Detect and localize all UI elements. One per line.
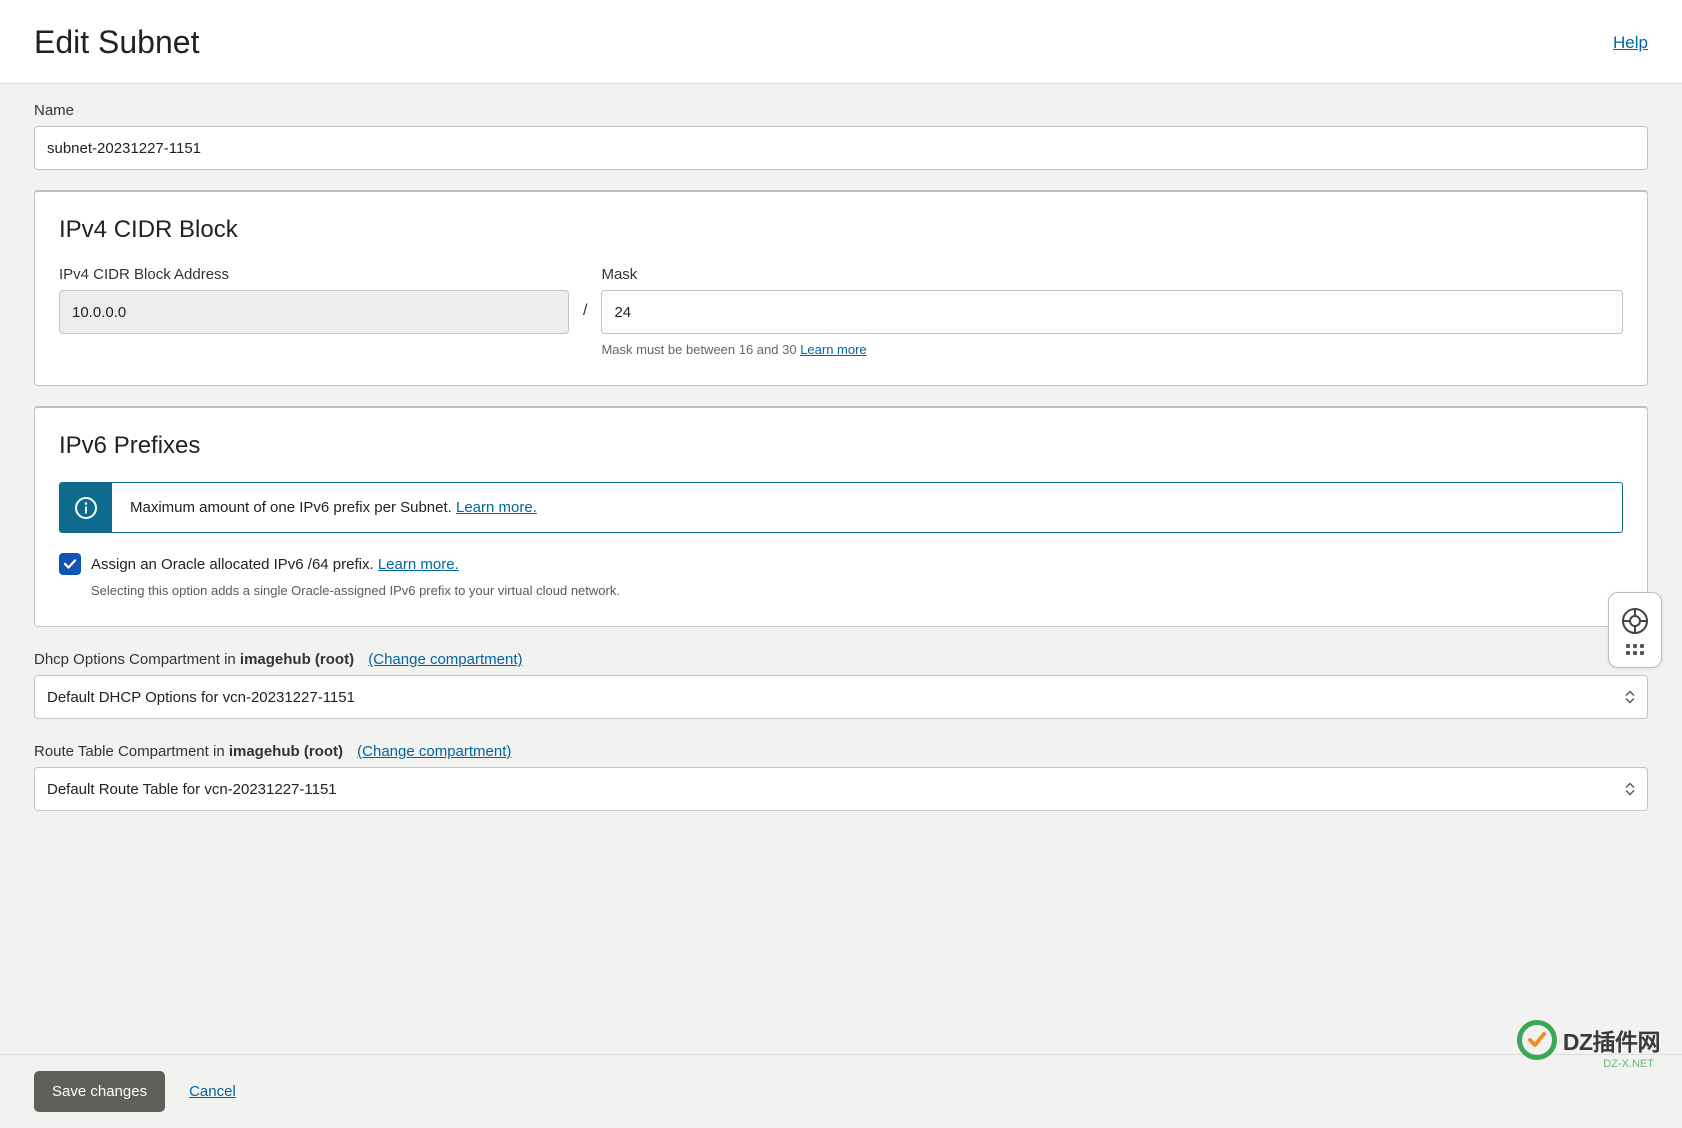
route-select-value: Default Route Table for vcn-20231227-115… xyxy=(47,781,337,798)
ipv6-checkbox-label: Assign an Oracle allocated IPv6 /64 pref… xyxy=(91,556,459,573)
ipv6-checkbox-help: Selecting this option adds a single Orac… xyxy=(91,583,1623,598)
dhcp-compartment-name: imagehub (root) xyxy=(240,651,354,668)
name-field-group: Name xyxy=(34,102,1648,170)
watermark-text: DZ插件网 xyxy=(1563,1023,1660,1057)
name-label: Name xyxy=(34,102,1648,119)
select-arrows-icon xyxy=(1625,691,1635,704)
ipv4-card-title: IPv4 CIDR Block xyxy=(59,216,1623,244)
ipv6-prefixes-card: IPv6 Prefixes Maximum amount of one IPv6… xyxy=(34,406,1648,627)
watermark-subtitle: DZ-X.NET xyxy=(1603,1058,1654,1070)
route-section: Route Table Compartment in imagehub (roo… xyxy=(34,743,1648,811)
ipv6-assign-row: Assign an Oracle allocated IPv6 /64 pref… xyxy=(59,553,1623,575)
main-content: Name IPv4 CIDR Block IPv4 CIDR Block Add… xyxy=(0,84,1682,811)
ipv6-card-title: IPv6 Prefixes xyxy=(59,432,1623,460)
select-arrows-icon xyxy=(1625,783,1635,796)
route-label: Route Table Compartment in imagehub (roo… xyxy=(34,743,1648,760)
ipv4-cidr-card: IPv4 CIDR Block IPv4 CIDR Block Address … xyxy=(34,190,1648,386)
name-input[interactable] xyxy=(34,126,1648,170)
cancel-button[interactable]: Cancel xyxy=(189,1083,236,1100)
save-changes-button[interactable]: Save changes xyxy=(34,1071,165,1112)
ipv6-checkbox-learn-more[interactable]: Learn more. xyxy=(378,556,459,573)
dhcp-change-compartment-link[interactable]: (Change compartment) xyxy=(368,651,522,668)
watermark-check-icon xyxy=(1517,1020,1557,1060)
help-link[interactable]: Help xyxy=(1613,33,1648,53)
mask-input[interactable] xyxy=(601,290,1623,334)
route-label-prefix: Route Table Compartment in xyxy=(34,743,229,760)
dhcp-options-select[interactable]: Default DHCP Options for vcn-20231227-11… xyxy=(34,675,1648,719)
dhcp-label-prefix: Dhcp Options Compartment in xyxy=(34,651,240,668)
route-change-compartment-link[interactable]: (Change compartment) xyxy=(357,743,511,760)
dhcp-select-value: Default DHCP Options for vcn-20231227-11… xyxy=(47,689,355,706)
ipv6-checkbox-text: Assign an Oracle allocated IPv6 /64 pref… xyxy=(91,556,378,573)
cidr-slash: / xyxy=(583,266,587,320)
dhcp-label: Dhcp Options Compartment in imagehub (ro… xyxy=(34,651,1648,668)
mask-label: Mask xyxy=(601,266,1623,283)
page-title: Edit Subnet xyxy=(34,24,199,61)
footer-actions: Save changes Cancel xyxy=(0,1054,1682,1128)
ipv6-info-banner: Maximum amount of one IPv6 prefix per Su… xyxy=(59,482,1623,533)
watermark: DZ插件网 xyxy=(1517,1020,1660,1060)
lifebuoy-icon xyxy=(1620,606,1650,636)
grid-dots-icon xyxy=(1626,644,1644,655)
cidr-address-input xyxy=(59,290,569,334)
ipv6-banner-text: Maximum amount of one IPv6 prefix per Su… xyxy=(112,483,555,532)
route-table-select[interactable]: Default Route Table for vcn-20231227-115… xyxy=(34,767,1648,811)
mask-group: Mask Mask must be between 16 and 30 Lear… xyxy=(601,266,1623,357)
check-icon xyxy=(63,557,77,571)
cidr-address-group: IPv4 CIDR Block Address xyxy=(59,266,569,334)
mask-help: Mask must be between 16 and 30 Learn mor… xyxy=(601,342,1623,357)
mask-learn-more-link[interactable]: Learn more xyxy=(800,342,866,357)
cidr-address-label: IPv4 CIDR Block Address xyxy=(59,266,569,283)
ipv6-banner-learn-more[interactable]: Learn more. xyxy=(456,499,537,516)
page-header: Edit Subnet Help xyxy=(0,0,1682,84)
route-compartment-name: imagehub (root) xyxy=(229,743,343,760)
cidr-row: IPv4 CIDR Block Address / Mask Mask must… xyxy=(59,266,1623,357)
info-icon xyxy=(60,483,112,532)
dhcp-section: Dhcp Options Compartment in imagehub (ro… xyxy=(34,651,1648,719)
ipv6-assign-checkbox[interactable] xyxy=(59,553,81,575)
ipv6-banner-msg: Maximum amount of one IPv6 prefix per Su… xyxy=(130,499,452,516)
support-widget[interactable] xyxy=(1608,592,1662,668)
mask-help-text: Mask must be between 16 and 30 xyxy=(601,342,800,357)
